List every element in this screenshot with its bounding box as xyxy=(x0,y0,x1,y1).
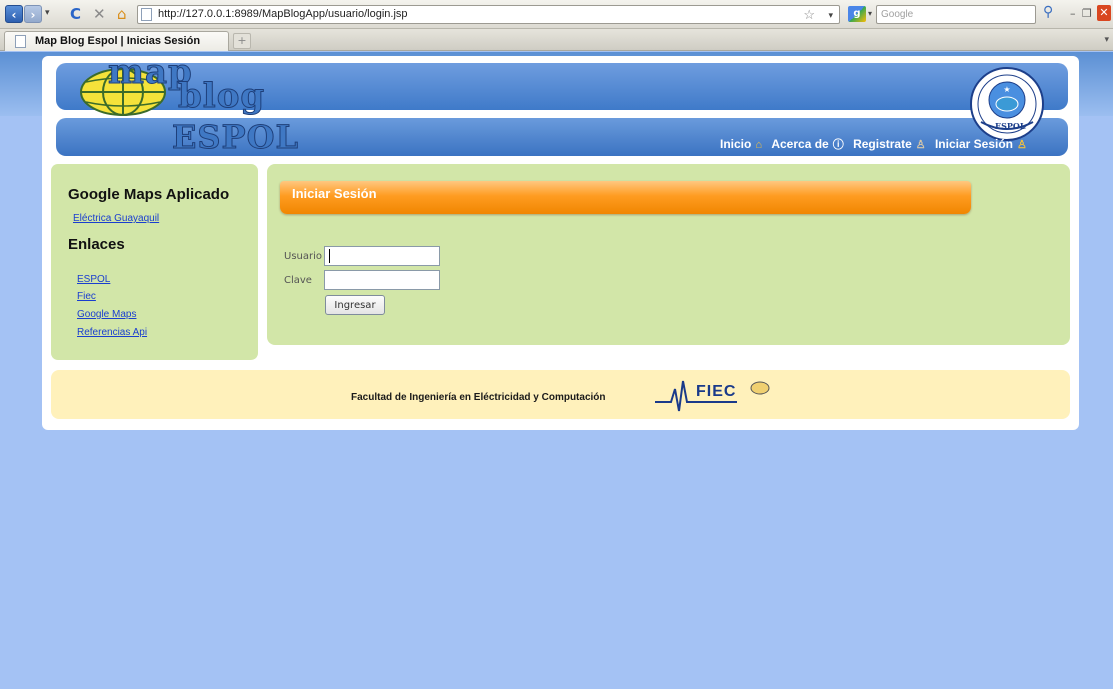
house-icon: ⌂ xyxy=(755,139,762,151)
nav-iniciar-sesion[interactable]: Iniciar Sesión xyxy=(935,137,1013,151)
info-icon: ⓘ xyxy=(832,139,844,151)
tab-strip: Map Blog Espol | Inicias Sesión + ▾ xyxy=(0,29,1113,51)
footer-text: Facultad de Ingeniería en Eléctricidad y… xyxy=(351,392,606,403)
nav-registrate[interactable]: Registrate xyxy=(853,137,912,151)
login-title-bar xyxy=(280,181,971,214)
search-engine-icon[interactable]: g xyxy=(848,6,866,22)
sidebar-heading-enlaces: Enlaces xyxy=(68,236,125,253)
page-icon xyxy=(15,35,26,48)
sidebar-link-referencias-api[interactable]: Referencias Api xyxy=(77,327,147,338)
search-engine-dropdown-icon[interactable]: ▾ xyxy=(868,9,872,18)
back-button[interactable]: ‹ xyxy=(5,5,23,23)
minimize-icon[interactable]: – xyxy=(1070,6,1076,22)
logo-espol-text: ESPOL xyxy=(172,118,299,157)
nav-acerca-de[interactable]: Acerca de xyxy=(771,137,828,151)
password-input[interactable] xyxy=(324,270,440,290)
text-caret xyxy=(329,249,330,263)
tab-list-icon[interactable]: ▾ xyxy=(1104,35,1109,45)
tab-login[interactable]: Map Blog Espol | Inicias Sesión xyxy=(4,31,229,51)
browser-toolbar: ‹ › ▾ C ✕ ⌂ http://127.0.0.1:8989/MapBlo… xyxy=(0,0,1113,29)
page-icon xyxy=(141,8,152,21)
stop-icon[interactable]: ✕ xyxy=(93,4,106,24)
close-icon[interactable]: ✕ xyxy=(1097,5,1111,21)
user-label: Usuario xyxy=(284,251,323,262)
sidebar-link-google-maps[interactable]: Google Maps xyxy=(77,309,136,320)
top-nav: Inicio ⌂ Acerca de ⓘ Registrate ♙ Iniciar S… xyxy=(720,136,1033,154)
seal-label: ESPOL xyxy=(995,121,1026,131)
user-input[interactable] xyxy=(324,246,440,266)
tab-title: Map Blog Espol | Inicias Sesión xyxy=(35,35,201,47)
bookmark-star-icon[interactable]: ☆ xyxy=(803,6,815,23)
espol-seal: ★ ESPOL xyxy=(969,66,1045,142)
nav-inicio[interactable]: Inicio xyxy=(720,137,751,151)
user-icon: ♙ xyxy=(915,139,926,151)
key-user-icon: ♙ xyxy=(1017,139,1027,151)
search-input[interactable]: Google xyxy=(876,5,1036,24)
sidebar-heading-maps: Google Maps Aplicado xyxy=(68,186,230,203)
forward-button[interactable]: › xyxy=(24,5,42,23)
fiec-logo-text: FIEC xyxy=(696,383,737,400)
password-label: Clave xyxy=(284,275,312,286)
reload-icon[interactable]: C xyxy=(70,4,81,24)
sidebar-link-fiec[interactable]: Fiec xyxy=(77,291,96,302)
url-text: http://127.0.0.1:8989/MapBlogApp/usuario… xyxy=(158,8,408,20)
search-icon[interactable]: ⚲ xyxy=(1043,4,1053,20)
login-submit-button[interactable]: Ingresar xyxy=(325,295,385,315)
url-bar[interactable]: http://127.0.0.1:8989/MapBlogApp/usuario… xyxy=(137,5,840,24)
svg-text:★: ★ xyxy=(1003,85,1010,94)
login-title: Iniciar Sesión xyxy=(292,186,377,201)
logo-blog-text: blog xyxy=(177,76,266,117)
restore-icon[interactable]: ❐ xyxy=(1082,6,1092,22)
fiec-logo: FIEC xyxy=(655,377,785,413)
sidebar-link-espol[interactable]: ESPOL xyxy=(77,274,110,285)
new-tab-button[interactable]: + xyxy=(233,33,251,49)
url-dropdown-icon[interactable]: ▾ xyxy=(828,7,833,24)
site-logo[interactable]: map blog ESPOL xyxy=(58,52,318,160)
sidebar-link-electrica-guayaquil[interactable]: Eléctrica Guayaquil xyxy=(73,213,159,224)
home-icon[interactable]: ⌂ xyxy=(117,4,127,24)
history-dropdown-icon[interactable]: ▾ xyxy=(45,8,50,18)
